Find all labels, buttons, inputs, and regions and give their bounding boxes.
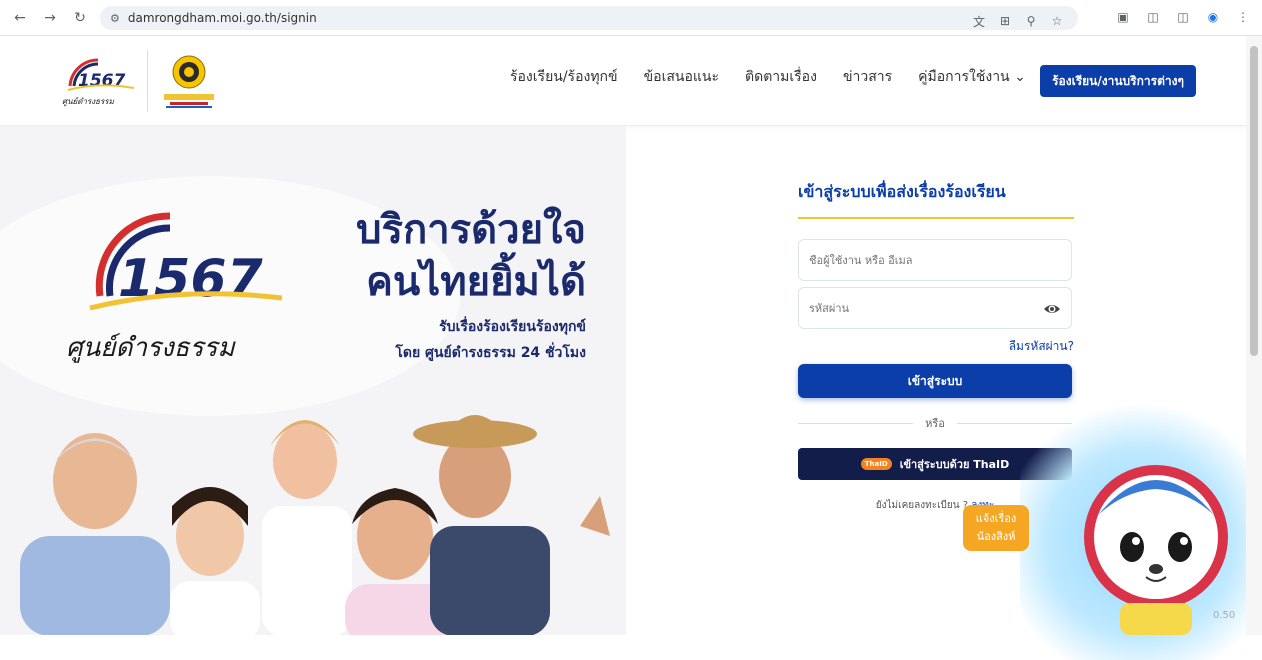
url-text: damrongdham.moi.go.th/signin xyxy=(127,11,317,25)
services-cta-button[interactable]: ร้องเรียน/งานบริการต่างๆ xyxy=(1040,65,1196,97)
lion-mascot-icon[interactable] xyxy=(1068,455,1244,635)
main-nav: ร้องเรียน/ร้องทุกข์ ข้อเสนอแนะ ติดตามเรื… xyxy=(510,66,1026,88)
hero-1567-logo: 1567 ศูนย์ดำรงธรรม xyxy=(66,212,283,363)
site-info-icon[interactable]: ⚙ xyxy=(110,12,120,25)
password-field[interactable] xyxy=(798,287,1072,329)
hero-people-illustration xyxy=(20,415,610,635)
scroll-thumb[interactable] xyxy=(1250,46,1258,356)
forward-button[interactable]: → xyxy=(38,6,62,30)
hero-sub-line2: โดย ศูนย์ดำรงธรรม 24 ชั่วโมง xyxy=(395,345,586,361)
install-app-icon[interactable]: ⊞ xyxy=(994,10,1016,32)
nav-suggestion[interactable]: ข้อเสนอแนะ xyxy=(644,66,719,88)
back-button[interactable]: ← xyxy=(8,6,32,30)
thaid-logo-icon: ThaID xyxy=(860,458,892,470)
nav-news[interactable]: ข่าวสาร xyxy=(843,66,892,88)
address-bar[interactable]: ⚙ damrongdham.moi.go.th/signin 文 ⊞ ⚲ ☆ xyxy=(100,6,1078,30)
hero-logo-script: ศูนย์ดำรงธรรม xyxy=(66,333,236,363)
thaid-label: เข้าสู่ระบบด้วย ThaID xyxy=(899,458,1010,471)
hero-banner: 1567 ศูนย์ดำรงธรรม บริการด้วยใจ คนไทยยิ้… xyxy=(0,126,626,635)
site-header: 1567 ศูนย์ดำรงธรรม ร้องเรียน/ร้องทุกข์ ข… xyxy=(0,36,1246,126)
extension-icon[interactable]: ▣ xyxy=(1112,6,1134,28)
username-input[interactable] xyxy=(809,253,1039,267)
page-scrollbar[interactable] xyxy=(1246,36,1262,635)
password-key-icon[interactable]: ⚲ xyxy=(1020,10,1042,32)
forgot-password-link[interactable]: ลืมรหัสผ่าน? xyxy=(798,337,1074,356)
browser-toolbar: ← → ↻ ⚙ damrongdham.moi.go.th/signin 文 ⊞… xyxy=(0,0,1262,36)
chat-line1: แจ้งเรื่อง xyxy=(975,512,1017,525)
login-button[interactable]: เข้าสู่ระบบ xyxy=(798,364,1072,398)
or-text: หรือ xyxy=(925,417,945,430)
ministry-seal-logo[interactable] xyxy=(158,50,220,112)
menu-kebab-icon[interactable]: ⋮ xyxy=(1232,6,1254,28)
hero-title-line2: คนไทยยิ้มได้ xyxy=(366,259,586,305)
version-label: 0.50 xyxy=(1213,610,1236,621)
logo-script: ศูนย์ดำรงธรรม xyxy=(62,96,115,107)
reading-mode-icon[interactable]: ◫ xyxy=(1172,6,1194,28)
password-input[interactable] xyxy=(809,301,1039,315)
register-text: ยังไม่เคยลงทะเบียน ? xyxy=(875,500,969,511)
bookmark-star-icon[interactable]: ☆ xyxy=(1046,10,1068,32)
nav-complaint[interactable]: ร้องเรียน/ร้องทุกข์ xyxy=(510,66,618,88)
username-field[interactable] xyxy=(798,239,1072,281)
hero-subtitle: รับเรื่องร้องเรียนร้องทุกข์ โดย ศูนย์ดำร… xyxy=(395,314,586,366)
translate-icon[interactable]: 文 xyxy=(968,10,990,32)
logo-number: 1567 xyxy=(78,71,125,91)
reload-button[interactable]: ↻ xyxy=(68,6,92,30)
or-line-left xyxy=(798,422,914,424)
hero-sub-line1: รับเรื่องร้องเรียนร้องทุกข์ xyxy=(439,319,586,335)
logo-divider xyxy=(147,50,148,112)
extensions-puzzle-icon[interactable]: ◫ xyxy=(1142,6,1164,28)
damrongdham-logo[interactable]: 1567 ศูนย์ดำรงธรรม xyxy=(58,52,138,112)
show-password-eye-icon[interactable] xyxy=(1043,300,1061,318)
nav-manual-dropdown[interactable]: คู่มือการใช้งาน ⌄ xyxy=(918,66,1026,88)
profile-icon[interactable]: ◉ xyxy=(1202,6,1224,28)
hero-title-line1: บริการด้วยใจ xyxy=(356,207,586,253)
chat-line2: น้องสิงห์ xyxy=(976,530,1016,543)
login-title: เข้าสู่ระบบเพื่อส่งเรื่องร้องเรียน xyxy=(798,180,1074,219)
nav-track[interactable]: ติดตามเรื่อง xyxy=(745,66,817,88)
hero-title: บริการด้วยใจ คนไทยยิ้มได้ xyxy=(356,204,586,308)
chat-bubble-button[interactable]: แจ้งเรื่อง น้องสิงห์ xyxy=(963,505,1029,551)
